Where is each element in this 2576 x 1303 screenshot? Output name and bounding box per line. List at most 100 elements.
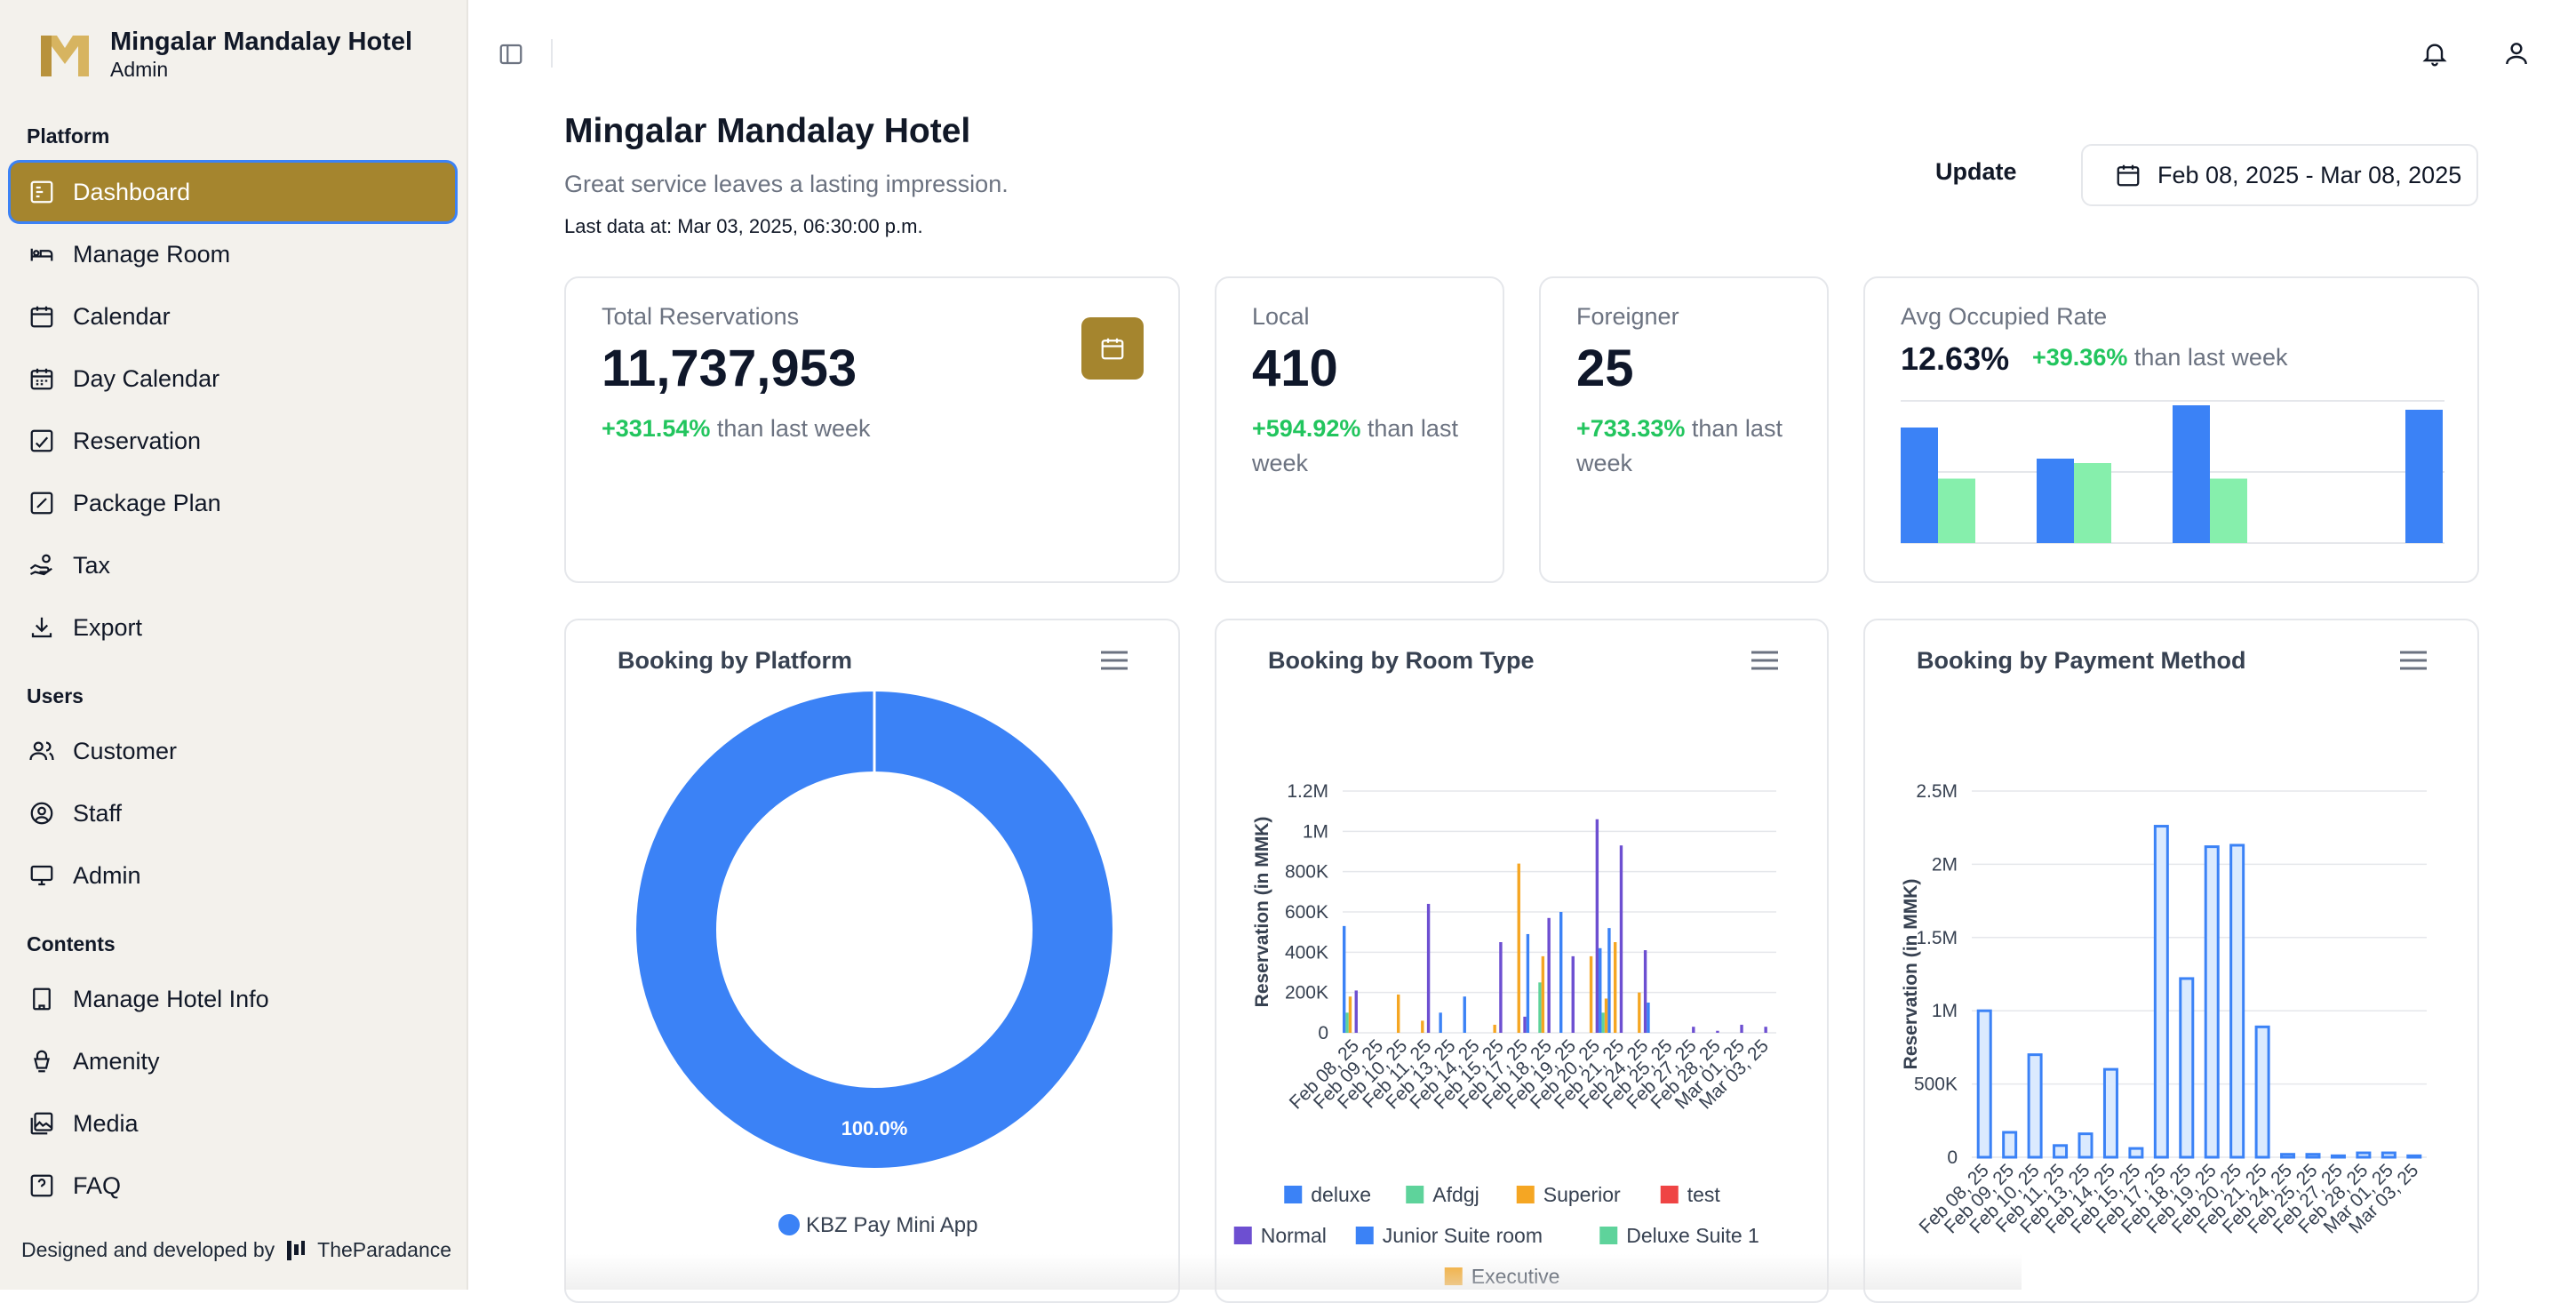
- sidebar-item-label: Export: [73, 613, 143, 641]
- y-tick-label: 0: [1947, 1147, 1958, 1168]
- sidebar-item-export[interactable]: Export: [11, 598, 455, 657]
- card-booking-by-platform: Booking by Platform 100.0% KBZ Pay Mini A…: [564, 619, 1180, 1303]
- bar-normal: [1740, 1024, 1743, 1033]
- kpi-delta: +39.36% than last week: [2032, 344, 2287, 372]
- kpi-delta: +331.54% than last week: [602, 412, 870, 446]
- monitor-icon: [30, 865, 53, 886]
- bar-deluxe-suite-1: [1601, 1012, 1605, 1033]
- bell-icon[interactable]: [2420, 39, 2449, 68]
- occupancy-bar: [2405, 410, 2443, 543]
- bar-normal: [1716, 1030, 1719, 1033]
- kpi-label: Foreigner: [1576, 303, 1679, 330]
- bar-normal: [1354, 990, 1358, 1033]
- sidebar-item-faq[interactable]: FAQ: [11, 1156, 455, 1215]
- occupancy-bar: [2074, 463, 2111, 543]
- user-icon[interactable]: [2502, 39, 2531, 68]
- calendar-icon: [30, 306, 53, 328]
- legend-label: deluxe: [1311, 1183, 1371, 1206]
- sidebar-item-label: FAQ: [73, 1171, 122, 1199]
- kpi-local: Local 410 +594.92% than last week: [1215, 276, 1504, 583]
- sidebar-item-customer[interactable]: Customer: [11, 722, 455, 780]
- y-tick-label: 400K: [1285, 942, 1328, 963]
- group-label-platform: Platform: [27, 124, 110, 148]
- bar-normal: [1571, 955, 1575, 1033]
- sidebar-item-label: Staff: [73, 799, 123, 827]
- paradance-logo-icon: [287, 1240, 306, 1260]
- kpi-label: Avg Occupied Rate: [1901, 303, 2108, 330]
- occupancy-bar: [2037, 459, 2074, 543]
- sidebar-item-label: Media: [73, 1109, 139, 1137]
- brand[interactable]: Mingalar Mandalay Hotel Admin: [39, 27, 412, 82]
- kpi-delta-value: +733.33%: [1576, 415, 1686, 442]
- hand-coins-icon: [29, 554, 52, 576]
- sidebar-item-label: Reservation: [73, 427, 202, 454]
- sidebar-item-manage-hotel-info[interactable]: Manage Hotel Info: [11, 970, 455, 1028]
- update-button[interactable]: Update: [1935, 158, 2017, 186]
- sidebar-item-label: Package Plan: [73, 489, 221, 516]
- calendar-icon: [2117, 164, 2140, 187]
- sidebar-item-label: Manage Hotel Info: [73, 985, 269, 1012]
- y-tick-label: 1.5M: [1916, 928, 1958, 948]
- sidebar-item-staff[interactable]: Staff: [11, 784, 455, 843]
- y-tick-label: 1M: [1932, 1001, 1958, 1021]
- hamburger-menu-icon[interactable]: [1750, 647, 1780, 674]
- y-tick-label: 0: [1318, 1023, 1328, 1043]
- legend-label: Deluxe Suite 1: [1626, 1224, 1759, 1247]
- payment-bar: [2330, 1154, 2346, 1159]
- hamburger-menu-icon[interactable]: [1099, 647, 1129, 674]
- payment-bar: [2254, 1025, 2270, 1159]
- brand-name: Mingalar Mandalay Hotel: [110, 28, 413, 56]
- payment-method-bar-chart: 0500K1M1.5M2M2.5MReservation (in MMK)Feb…: [1901, 781, 2427, 1238]
- group-label-users: Users: [27, 684, 84, 707]
- sidebar-item-package-plan[interactable]: Package Plan: [11, 474, 455, 532]
- bar-deluxe: [1439, 1012, 1442, 1033]
- payment-bar: [1976, 1009, 1992, 1159]
- amenity-icon: [34, 1050, 50, 1073]
- y-tick-label: 500K: [1914, 1075, 1958, 1095]
- sidebar-item-amenity[interactable]: Amenity: [11, 1032, 455, 1091]
- sidebar-item-dashboard[interactable]: Dashboard: [11, 163, 455, 221]
- payment-bar: [2128, 1147, 2144, 1159]
- bar-deluxe: [1463, 996, 1466, 1033]
- donut-slice-kbz-pay: [636, 691, 1113, 1168]
- occupancy-bar: [2173, 405, 2210, 543]
- kpi-label: Local: [1252, 303, 1310, 330]
- donut-data-label: 100.0%: [841, 1117, 908, 1139]
- sidebar: Mingalar Mandalay Hotel Admin Platform D…: [0, 0, 468, 1290]
- y-tick-label: 2M: [1932, 854, 1958, 875]
- date-range-picker[interactable]: Feb 08, 2025 - Mar 08, 2025: [2081, 144, 2478, 206]
- legend-label: Superior: [1543, 1183, 1621, 1206]
- sidebar-item-manage-room[interactable]: Manage Room: [11, 225, 455, 284]
- bar-superior: [1638, 992, 1641, 1033]
- sidebar-item-tax[interactable]: Tax: [11, 536, 455, 595]
- sidebar-item-label: Admin: [73, 861, 141, 889]
- kpi-delta-suffix: than last week: [2133, 344, 2288, 371]
- hamburger-menu-icon[interactable]: [2398, 647, 2428, 674]
- bar-deluxe: [1559, 912, 1563, 1033]
- legend-marker: [1406, 1186, 1424, 1203]
- sidebar-toggle-icon[interactable]: [498, 41, 524, 68]
- bar-afdgj: [1345, 1012, 1349, 1033]
- legend-label: Junior Suite room: [1383, 1224, 1543, 1247]
- bar-superior: [1589, 955, 1593, 1033]
- brand-role: Admin: [110, 58, 169, 81]
- page-title: Mingalar Mandalay Hotel: [564, 112, 971, 150]
- footer-brand[interactable]: TheParadance: [317, 1238, 451, 1262]
- sidebar-item-day-calendar[interactable]: Day Calendar: [11, 349, 455, 408]
- payment-bar: [2305, 1153, 2321, 1159]
- payment-bar: [2381, 1151, 2397, 1159]
- payment-bar: [2229, 843, 2245, 1159]
- download-icon: [31, 617, 52, 638]
- platform-donut-chart: 100.0% KBZ Pay Mini App: [636, 691, 1113, 1237]
- legend-marker: [1284, 1186, 1303, 1203]
- images-icon: [30, 1112, 53, 1135]
- sidebar-item-reservation[interactable]: Reservation: [11, 412, 455, 470]
- y-tick-label: 2.5M: [1916, 781, 1958, 802]
- bar-superior: [1493, 1024, 1496, 1033]
- sidebar-item-calendar[interactable]: Calendar: [11, 287, 455, 346]
- kpi-delta-value: +39.36%: [2032, 344, 2128, 371]
- sidebar-item-admin[interactable]: Admin: [11, 846, 455, 905]
- legend-marker: [1660, 1186, 1679, 1203]
- sidebar-item-media[interactable]: Media: [11, 1094, 455, 1153]
- occupancy-bar: [1938, 478, 1975, 543]
